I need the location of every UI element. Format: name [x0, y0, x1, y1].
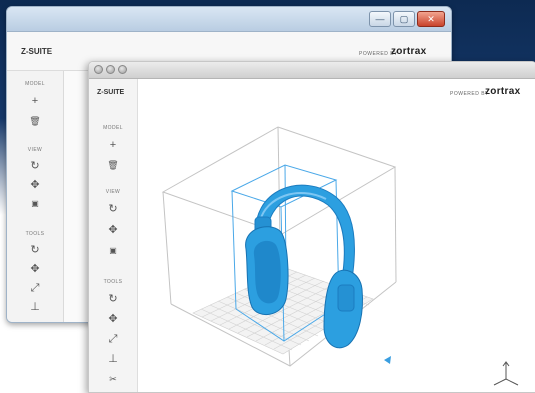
rotate-model-icon[interactable]: ↻	[108, 293, 117, 305]
minimize-dot-button[interactable]	[106, 65, 115, 74]
rotate-icon[interactable]: ↻	[108, 203, 117, 215]
axis-gizmo	[493, 361, 519, 386]
move-model-icon[interactable]: ✥	[108, 313, 117, 325]
cut-icon[interactable]: ✂	[109, 373, 117, 385]
sidebar-app-logo: Z-SUITE	[97, 89, 125, 96]
move-icon[interactable]: ✥	[108, 224, 117, 236]
scale-icon[interactable]: ⤢	[31, 282, 40, 294]
plus-icon[interactable]: +	[110, 139, 116, 151]
close-button[interactable]: ✕	[417, 11, 445, 27]
place-icon[interactable]: ⊥	[30, 301, 40, 313]
camera-icon[interactable]: ▣	[31, 198, 39, 210]
move-model-icon[interactable]: ✥	[30, 263, 39, 275]
tools-section-label: TOOLS	[103, 279, 123, 285]
rotate-icon[interactable]: ↻	[30, 160, 39, 172]
move-icon[interactable]: ✥	[30, 179, 39, 191]
window-controls: — ▢ ✕	[369, 11, 445, 27]
plus-icon[interactable]: +	[32, 95, 38, 107]
3d-viewport[interactable]: POWERED BY zortrax	[138, 79, 535, 392]
brand-logo: zortrax	[391, 46, 427, 57]
view-section-label: VIEW	[27, 147, 43, 153]
camera-icon[interactable]: ▣	[109, 245, 117, 257]
minimize-button[interactable]: —	[369, 11, 391, 27]
zoom-dot-button[interactable]	[118, 65, 127, 74]
trash-icon[interactable]: 🗑	[107, 159, 118, 171]
app-logo: Z-SUITE	[21, 47, 53, 56]
viewport-scene	[161, 126, 519, 386]
front-sidebar: Z-SUITE MODEL + 🗑 VIEW ↻ ✥ ▣ TOOLS ↻ ✥ ⤢…	[89, 79, 138, 392]
front-window-titlebar[interactable]	[89, 62, 535, 79]
back-sidebar: MODEL + 🗑 VIEW ↻ ✥ ▣ TOOLS ↻ ✥ ⤢ ⊥	[7, 71, 64, 322]
trash-icon[interactable]: 🗑	[29, 115, 40, 127]
maximize-button[interactable]: ▢	[393, 11, 415, 27]
rotate-model-icon[interactable]: ↻	[30, 244, 39, 256]
close-dot-button[interactable]	[94, 65, 103, 74]
place-icon[interactable]: ⊥	[108, 353, 118, 365]
scale-icon[interactable]: ⤢	[109, 333, 118, 345]
back-window-titlebar[interactable]: — ▢ ✕	[7, 7, 451, 32]
view-section-label: VIEW	[105, 189, 121, 195]
model-section-label: MODEL	[25, 81, 45, 87]
tools-section-label: TOOLS	[25, 231, 45, 237]
front-app-window: Z-SUITE MODEL + 🗑 VIEW ↻ ✥ ▣ TOOLS ↻ ✥ ⤢…	[88, 61, 535, 393]
model-section-label: MODEL	[103, 125, 123, 131]
origin-marker	[384, 356, 391, 364]
